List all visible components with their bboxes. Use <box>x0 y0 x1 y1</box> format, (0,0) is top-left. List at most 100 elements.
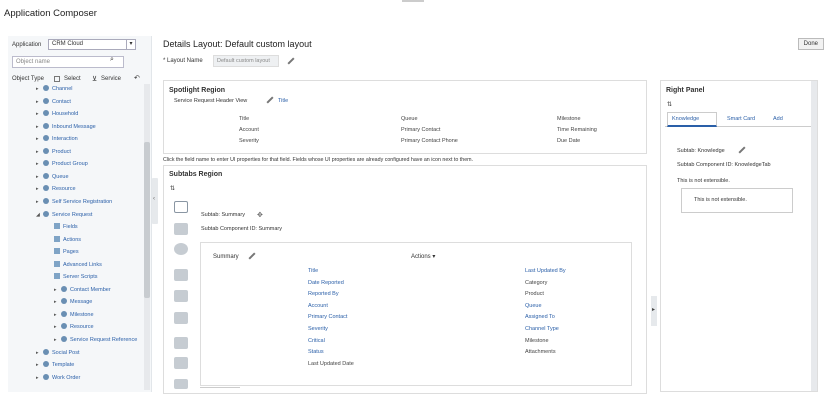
tree-item[interactable]: ▸ Service Request Reference <box>54 335 137 346</box>
expand-icon[interactable]: ▸ <box>54 335 61 346</box>
expand-icon[interactable]: ▸ <box>36 84 43 95</box>
tree-item[interactable]: ▸ Resource <box>54 322 94 333</box>
spotlight-field[interactable]: Severity <box>239 138 259 144</box>
summary-field[interactable]: Category <box>525 280 547 286</box>
header-field-title[interactable]: Title <box>278 98 288 104</box>
layout-name-field[interactable]: Default custom layout <box>213 55 279 67</box>
summary-field[interactable]: Primary Contact <box>308 314 347 320</box>
expand-icon[interactable]: ▸ <box>36 134 43 145</box>
tab-smart-card[interactable]: Smart Card <box>727 116 755 122</box>
tree-item[interactable]: Fields <box>54 222 78 233</box>
spotlight-field[interactable]: Milestone <box>557 116 581 122</box>
actions-menu[interactable]: Actions ▾ <box>411 253 435 260</box>
summary-field[interactable]: Milestone <box>525 338 549 344</box>
expand-icon[interactable]: ▸ <box>36 122 43 133</box>
tree-item[interactable]: ▸ Template <box>36 360 74 371</box>
spotlight-field[interactable]: Primary Contact Phone <box>401 138 458 144</box>
tree-item[interactable]: ▸ Household <box>36 109 78 120</box>
summary-field[interactable]: Attachments <box>525 349 556 355</box>
filter-icon[interactable]: ⊻ <box>92 75 97 83</box>
expand-icon[interactable]: ▸ <box>54 285 61 296</box>
summary-field[interactable]: Title <box>308 268 318 274</box>
tree-item[interactable]: Actions <box>54 235 81 246</box>
tree-item[interactable]: ▸ Contact Member <box>54 285 111 296</box>
expand-icon[interactable]: ▸ <box>36 373 43 384</box>
application-select[interactable]: CRM Cloud <box>48 39 134 50</box>
object-search-input[interactable]: Object name <box>12 56 124 68</box>
expand-icon[interactable]: ▸ <box>54 322 61 333</box>
tree-item[interactable]: ▸ Inbound Message <box>36 122 96 133</box>
calendar-tab-icon[interactable] <box>174 312 188 324</box>
expand-icon[interactable]: ▸ <box>54 297 61 308</box>
notes-tab-icon[interactable] <box>174 223 188 235</box>
tree-item[interactable]: ▸ Contact <box>36 97 71 108</box>
tree-item[interactable]: ◢ Service Request <box>36 210 92 221</box>
summary-field[interactable]: Critical <box>308 338 325 344</box>
summary-tab-icon[interactable] <box>174 201 188 213</box>
tree-item[interactable]: ▸ Product Group <box>36 159 88 170</box>
summary-field[interactable]: Last Updated Date <box>308 361 354 367</box>
expand-icon[interactable]: ▸ <box>36 348 43 359</box>
summary-field[interactable]: Assigned To <box>525 314 555 320</box>
clock-tab-icon[interactable] <box>174 243 188 255</box>
done-button[interactable]: Done <box>797 38 824 50</box>
messages-tab-icon[interactable] <box>174 357 188 369</box>
collapse-left-icon[interactable]: ‹ <box>153 196 155 202</box>
expand-icon[interactable]: ▸ <box>36 197 43 208</box>
tree-scrollbar-thumb[interactable] <box>144 142 150 298</box>
tree-item[interactable]: ▸ Interaction <box>36 134 78 145</box>
refresh-icon[interactable]: ↶ <box>134 74 140 82</box>
expand-icon[interactable]: ▸ <box>36 147 43 158</box>
summary-field[interactable]: Product <box>525 291 544 297</box>
export-tab-icon[interactable] <box>174 379 188 389</box>
tab-add[interactable]: Add <box>773 116 783 122</box>
tree-item[interactable]: ▸ Product <box>36 147 71 158</box>
reorder-icon[interactable]: ⇅ <box>667 101 672 108</box>
chevron-down-icon[interactable]: ▾ <box>126 39 136 50</box>
expand-right-icon[interactable]: ▸ <box>652 306 655 313</box>
expand-icon[interactable]: ▸ <box>36 97 43 108</box>
expand-icon[interactable]: ▸ <box>36 159 43 170</box>
search-icon[interactable]: ⌕ <box>110 56 114 64</box>
expand-icon[interactable]: ▸ <box>36 360 43 371</box>
summary-field[interactable]: Status <box>308 349 324 355</box>
pencil-icon[interactable] <box>245 252 259 260</box>
spotlight-field[interactable]: Primary Contact <box>401 127 440 133</box>
reorder-icon[interactable]: ⇅ <box>170 185 175 192</box>
summary-field[interactable]: Last Updated By <box>525 268 566 274</box>
select-icon[interactable] <box>54 76 60 82</box>
pencil-icon[interactable] <box>284 57 298 65</box>
contacts-tab-icon[interactable] <box>174 269 188 281</box>
service-label[interactable]: Service <box>101 76 121 82</box>
tree-scrollbar[interactable] <box>144 84 150 390</box>
tree-item[interactable]: ▸ Work Order <box>36 373 80 384</box>
summary-field[interactable]: Queue <box>525 303 542 309</box>
move-icon[interactable]: ✥ <box>257 211 263 219</box>
collapse-icon[interactable]: ◢ <box>36 210 43 221</box>
pencil-icon[interactable] <box>263 96 277 104</box>
expand-icon[interactable]: ▸ <box>36 109 43 120</box>
spotlight-field[interactable]: Account <box>239 127 259 133</box>
tree-item[interactable]: ▸ Milestone <box>54 310 94 321</box>
spotlight-field[interactable]: Queue <box>401 116 418 122</box>
summary-field[interactable]: Reported By <box>308 291 339 297</box>
right-panel-scrollbar[interactable] <box>811 81 817 391</box>
layout-tab-icon[interactable] <box>174 337 188 349</box>
tree-item[interactable]: ▸ Social Post <box>36 348 80 359</box>
summary-field[interactable]: Channel Type <box>525 326 559 332</box>
summary-field[interactable]: Severity <box>308 326 328 332</box>
expand-icon[interactable]: ▸ <box>54 310 61 321</box>
spotlight-field[interactable]: Time Remaining <box>557 127 597 133</box>
pencil-icon[interactable] <box>735 146 749 154</box>
expand-icon[interactable]: ▸ <box>36 172 43 183</box>
summary-field[interactable]: Date Reported <box>308 280 344 286</box>
tree-item[interactable]: ▸ Resource <box>36 184 76 195</box>
tree-item[interactable]: ▸ Queue <box>36 172 69 183</box>
team-tab-icon[interactable] <box>174 290 188 302</box>
tree-item[interactable]: ▸ Self Service Registration <box>36 197 112 208</box>
tree-item[interactable]: ▸ Message <box>54 297 92 308</box>
spotlight-field[interactable]: Title <box>239 116 249 122</box>
tree-item[interactable]: Pages <box>54 247 79 258</box>
summary-field[interactable]: Account <box>308 303 328 309</box>
tree-item[interactable]: ▸ Channel <box>36 84 73 95</box>
